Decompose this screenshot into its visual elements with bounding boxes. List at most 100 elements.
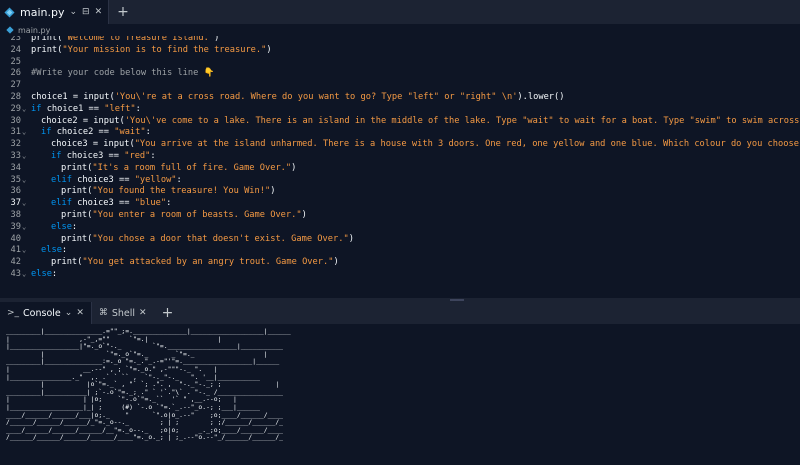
fold-chevron-icon[interactable]: ⌄ [22,198,26,210]
code-token: "yellow" [134,174,177,185]
line-number: 36 [10,186,21,197]
code-token: ) [266,44,272,55]
code-token: choice3 = input( [51,139,135,150]
code-token: : [61,245,68,256]
fold-chevron-icon[interactable]: ⌄ [22,104,26,116]
code-token: choice3 == [71,198,135,209]
line-number: 33 [10,151,21,161]
line-number: 40 [10,233,21,244]
code-token: "Your mission is to find the treasure." [62,44,267,55]
code-text: print("You enter a room of beasts. Game … [61,210,307,222]
code-text: elif choice3 == "yellow": [51,175,182,187]
line-number: 39 [10,221,21,232]
tab-shell[interactable]: ⌘ Shell ✕ [92,302,154,324]
code-token: : [135,103,141,114]
console-output[interactable]: _________|_______________.=""_;=._______… [0,324,800,465]
code-line[interactable]: 23 print("Welcome to Treasure Island.") [0,36,800,45]
code-line[interactable]: 32 choice3 = input("You arrive at the isl… [0,139,800,151]
splitter-grip[interactable] [450,299,464,301]
code-line[interactable]: 37 ⌄ elif choice3 == "blue": [0,198,800,210]
code-line[interactable]: 36 print("You found the treasure! You Win… [0,186,800,198]
code-line[interactable]: 38 print("You enter a room of beasts. Gam… [0,210,800,222]
code-token: print( [61,210,93,220]
code-token: elif [51,198,72,209]
code-text: print("It's a room full of fire. Game Ov… [61,163,296,175]
code-line[interactable]: 39 ⌄ else: [0,222,800,234]
code-token: else [51,221,72,232]
tab-console[interactable]: >_ Console ⌄ ✕ [0,302,92,324]
code-token: print( [61,162,93,173]
code-text: else: [51,222,77,234]
code-token: "left" [104,103,136,114]
fold-chevron-icon[interactable]: ⌄ [22,222,26,234]
code-text: else: [31,269,57,281]
code-line[interactable]: 28 choice1 = input('You\'re at a cross ro… [0,92,800,104]
code-token: print( [61,186,93,197]
code-token: #Write your code below this line 👇 [31,68,215,79]
chevron-down-icon[interactable]: ⌄ [69,7,77,17]
fold-chevron-icon[interactable]: ⌄ [22,269,26,281]
code-line[interactable]: 41 ⌄ else: [0,245,800,257]
code-token: : [176,174,182,185]
tab-main-py[interactable]: main.py ⌄ ⊟ ✕ [0,0,110,24]
fold-chevron-icon[interactable]: ⌄ [22,151,26,163]
close-icon[interactable]: ✕ [139,308,147,318]
code-line[interactable]: 43 ⌄ else: [0,269,800,281]
code-token: ) [291,162,297,173]
code-line[interactable]: 30 choice2 = input('You\'ve come to a lak… [0,116,800,128]
line-number: 24 [10,44,21,55]
code-line[interactable]: 27 [0,80,800,92]
code-text: print("Your mission is to find the treas… [31,45,272,57]
code-token: "wait" [114,127,146,138]
code-token: "You found the treasure! You Win!" [92,186,271,197]
code-text: #Write your code below this line 👇 [31,68,214,80]
code-line[interactable]: 31 ⌄ if choice2 == "wait": [0,127,800,139]
line-number: 37 [10,198,21,209]
code-token: "red" [124,151,151,161]
code-token: ) [333,257,339,268]
breadcrumb-file[interactable]: main.py [18,26,50,35]
code-token: print(" [31,36,68,43]
code-text: elif choice3 == "blue": [51,198,171,210]
split-view-icon[interactable]: ⊟ [82,7,90,17]
code-text: print("You chose a door that doesn't exi… [61,234,354,246]
code-token: choice3 == [61,151,125,161]
code-text: choice2 = input('You\'ve come to a lake.… [41,116,800,128]
code-token: : [51,269,58,279]
code-token: "blue" [134,198,167,209]
close-icon[interactable]: ✕ [95,7,103,17]
code-text: print("Welcome to Treasure Island.") [31,36,219,45]
line-number: 25 [10,56,21,67]
shell-icon: ⌘ [98,308,108,318]
code-line[interactable]: 33 ⌄ if choice3 == "red": [0,151,800,163]
line-number: 27 [10,80,21,91]
tab-console-label: Console [23,307,61,319]
code-token: 'You\'re at a cross road. Where do you w… [114,92,518,102]
code-token: print( [51,257,83,268]
line-number: 43 [10,269,21,279]
line-number: 38 [10,210,21,220]
code-token: elif [51,174,72,185]
code-line[interactable]: 40 print("You chose a door that doesn't e… [0,234,800,246]
code-line[interactable]: 42 print("You get attacked by an angry tr… [0,257,800,269]
new-tab-plus-icon[interactable]: + [162,305,174,321]
new-tab-plus-icon[interactable]: + [117,4,129,20]
fold-chevron-icon[interactable]: ⌄ [22,127,26,139]
code-line[interactable]: 24 print("Your mission is to find the tre… [0,45,800,57]
line-number: 32 [10,139,21,150]
line-number: 23 [10,36,21,43]
code-line[interactable]: 29 ⌄ if choice1 == "left": [0,104,800,116]
close-icon[interactable]: ✕ [76,308,84,318]
code-token: ).lower() [517,92,565,102]
line-number: 31 [10,127,21,138]
code-text: print("You found the treasure! You Win!"… [61,186,275,198]
code-editor[interactable]: 23 print("Welcome to Treasure Island.") 24… [0,36,800,298]
code-line[interactable]: 34 print("It's a room full of fire. Game … [0,163,800,175]
code-line[interactable]: 26 #Write your code below this line 👇 [0,68,800,80]
fold-chevron-icon[interactable]: ⌄ [22,175,26,187]
code-token: : [166,198,172,209]
chevron-down-icon[interactable]: ⌄ [65,308,73,318]
fold-chevron-icon[interactable]: ⌄ [22,245,26,257]
code-line[interactable]: 35 ⌄ elif choice3 == "yellow": [0,175,800,187]
code-line[interactable]: 25 [0,57,800,69]
